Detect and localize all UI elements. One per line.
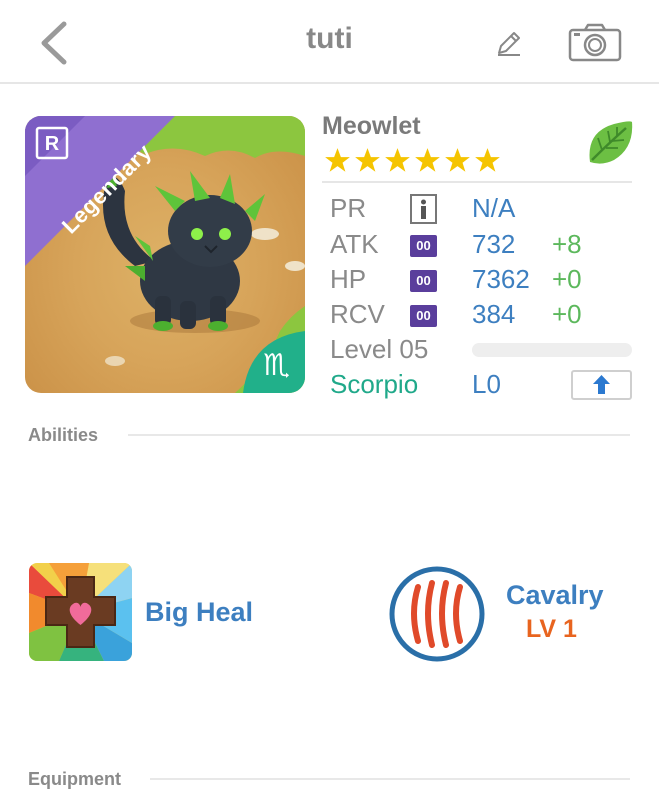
- stat-label: PR: [330, 193, 367, 223]
- stat-bonus: +0: [552, 299, 582, 329]
- camera-button[interactable]: [568, 22, 622, 62]
- ability-cavalry-level: LV 1: [526, 615, 577, 643]
- info-divider: [322, 181, 632, 183]
- heal-cross-icon: [29, 563, 132, 661]
- leaf-icon: [589, 121, 633, 164]
- monster-name: Meowlet: [322, 112, 421, 140]
- abilities-heading: Abilities: [28, 425, 99, 445]
- stat-label: RCV: [330, 299, 385, 329]
- stat-value: 7362: [472, 264, 530, 294]
- star-icon: [445, 148, 470, 172]
- equipment-heading: Equipment: [28, 769, 121, 789]
- zodiac-label: Scorpio: [330, 369, 419, 399]
- ability-big-heal-icon[interactable]: [29, 563, 132, 661]
- stat-row-pr: PR N/A: [330, 193, 640, 225]
- stat-row-hp: HP 00 7362 +0: [330, 264, 640, 296]
- arrow-up-icon: [593, 375, 610, 394]
- info-button[interactable]: [410, 194, 437, 224]
- zodiac-symbol: ♏: [263, 348, 290, 383]
- monster-portrait[interactable]: R Legendary ♏: [25, 116, 305, 393]
- top-bar: tuti: [0, 0, 659, 84]
- stat-row-rcv: RCV 00 384 +0: [330, 299, 640, 331]
- ability-cavalry-icon[interactable]: [388, 565, 486, 663]
- stat-value: N/A: [472, 193, 516, 223]
- ability-cavalry-name[interactable]: Cavalry: [506, 580, 604, 611]
- star-icon: [355, 148, 380, 172]
- stat-bonus: +0: [552, 264, 582, 294]
- level-label: Level 05: [330, 334, 429, 364]
- stat-label: HP: [330, 264, 367, 294]
- stat-row-atk: ATK 00 732 +8: [330, 229, 640, 261]
- star-rating: [324, 147, 501, 174]
- stat-badge: 00: [410, 235, 437, 257]
- equipment-divider: [150, 778, 630, 780]
- star-icon: [475, 148, 500, 172]
- abilities-divider: [128, 434, 630, 436]
- stat-badge: 00: [410, 270, 437, 292]
- star-icon: [415, 148, 440, 172]
- stat-value: 384: [472, 299, 516, 329]
- edit-button[interactable]: [494, 28, 524, 58]
- info-icon: [421, 199, 426, 219]
- claw-icon: [389, 566, 485, 662]
- level-progress-bar: [472, 343, 632, 357]
- rarity-badge: R: [44, 133, 60, 155]
- stat-label: ATK: [330, 229, 379, 259]
- star-icon: [325, 148, 350, 172]
- stat-badge: 00: [410, 305, 437, 327]
- star-icon: [385, 148, 410, 172]
- ability-big-heal-name[interactable]: Big Heal: [145, 597, 253, 628]
- zodiac-level: L0: [472, 369, 501, 399]
- camera-icon: [568, 23, 622, 62]
- pencil-icon: [498, 32, 520, 56]
- stat-bonus: +8: [552, 229, 582, 259]
- zodiac-upgrade-button[interactable]: [571, 370, 632, 400]
- page-title: tuti: [306, 22, 353, 55]
- stat-value: 732: [472, 229, 516, 259]
